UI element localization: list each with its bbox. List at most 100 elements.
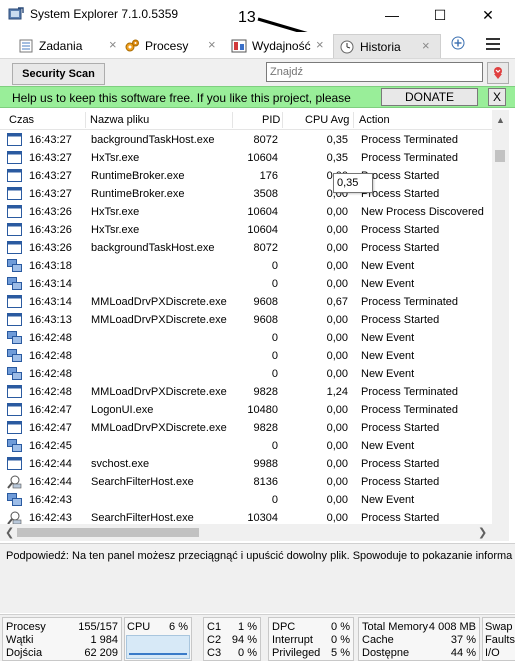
donate-button[interactable]: DONATE [381, 88, 478, 106]
find-dropdown-button[interactable] [487, 62, 509, 84]
cell-pid: 9828 [253, 386, 278, 398]
table-row[interactable]: 16:42:47 LogonUI.exe 10480 0,00 Process Term… [0, 401, 492, 419]
table-row[interactable]: 16:42:48 0 0,00 New Event [0, 347, 492, 365]
tab-close-icon[interactable]: × [316, 37, 324, 52]
tab-close-icon[interactable]: × [109, 37, 117, 52]
table-row[interactable]: 16:42:44 SearchFilterHost.exe 8136 0,00 Proc… [0, 473, 492, 491]
maximize-icon: ☐ [433, 6, 447, 23]
cell-action: Process Terminated [361, 296, 459, 308]
table-row[interactable]: 16:42:43 0 0,00 New Event [0, 491, 492, 509]
clock-icon [339, 39, 355, 55]
table-row[interactable]: 16:42:48 0 0,00 New Event [0, 365, 492, 383]
event-icon [7, 349, 22, 363]
cell-pid: 9608 [253, 314, 278, 326]
history-grid: Czas Nazwa pliku PID CPU Avg Action 16:4… [0, 110, 510, 540]
add-tab-icon[interactable] [450, 36, 466, 52]
minimize-button[interactable]: — [369, 0, 415, 30]
process-icon [7, 169, 22, 183]
table-row[interactable]: 16:43:27 backgroundTaskHost.exe 8072 0,35 Pr… [0, 131, 492, 149]
hint-panel[interactable]: Podpowiedź: Na ten panel możesz przeciąg… [0, 543, 515, 613]
process-icon [7, 313, 22, 327]
banner-close-button[interactable]: X [488, 88, 506, 106]
title-bar: System Explorer 7.1.0.5359 — ☐ ✕ [0, 0, 515, 30]
security-scan-button[interactable]: Security Scan [12, 63, 105, 85]
table-row[interactable]: 16:43:27 HxTsr.exe 10604 0,35 Process Termin… [0, 149, 492, 167]
cell-time: 16:43:27 [29, 170, 72, 182]
cell-time: 16:43:26 [29, 242, 72, 254]
cell-action: New Event [361, 368, 415, 380]
column-separator[interactable] [85, 112, 86, 128]
table-row[interactable]: 16:43:13 MMLoadDrvPXDiscrete.exe 9608 0,00 P… [0, 311, 492, 329]
horizontal-scrollbar[interactable]: ❮ ❯ [0, 524, 509, 541]
column-separator[interactable] [282, 112, 283, 128]
cell-cpu-avg: 0,00 [326, 242, 348, 254]
tab-close-icon[interactable]: × [208, 37, 216, 52]
cell-pid: 10480 [247, 404, 278, 416]
column-header-cpu-avg[interactable]: CPU Avg [305, 114, 349, 126]
c2-value: 94 % [231, 634, 257, 646]
tab-wydajnosc[interactable]: Wydajność × [231, 34, 324, 58]
event-icon [7, 277, 22, 291]
cell-pid: 8072 [253, 242, 278, 254]
table-row[interactable]: 16:43:18 0 0,00 New Event [0, 257, 492, 275]
cell-time: 16:42:48 [29, 332, 72, 344]
hamburger-menu-icon[interactable] [486, 38, 500, 50]
scroll-left-icon[interactable]: ❮ [5, 526, 14, 539]
grid-rows: 16:43:27 backgroundTaskHost.exe 8072 0,35 Pr… [0, 131, 492, 527]
column-separator[interactable] [353, 112, 354, 128]
table-row[interactable]: 16:42:47 MMLoadDrvPXDiscrete.exe 9828 0,00 P… [0, 419, 492, 437]
scroll-up-icon[interactable]: ▲ [496, 115, 505, 125]
event-icon [7, 439, 22, 453]
cell-time: 16:42:48 [29, 386, 72, 398]
cell-cpu-avg: 0,00 [326, 260, 348, 272]
column-header-action[interactable]: Action [359, 114, 390, 126]
scroll-right-icon[interactable]: ❯ [478, 526, 487, 539]
cell-time: 16:43:14 [29, 278, 72, 290]
table-row[interactable]: 16:43:27 RuntimeBroker.exe 3508 0,00 Process… [0, 185, 492, 203]
horizontal-scroll-thumb[interactable] [17, 528, 199, 537]
process-icon [7, 403, 22, 417]
column-header-time[interactable]: Czas [9, 114, 34, 126]
cell-name: RuntimeBroker.exe [91, 170, 185, 182]
tab-historia[interactable]: Historia × [333, 34, 441, 58]
tab-close-icon[interactable]: × [422, 38, 430, 53]
table-row[interactable]: 16:43:27RuntimeBroker.exe1760,00Process … [0, 167, 492, 185]
tab-strip: Zadania × Procesy × Wydajność × Historia… [0, 32, 515, 58]
maximize-button[interactable]: ☐ [417, 0, 463, 30]
table-row[interactable]: 16:43:14 0 0,00 New Event [0, 275, 492, 293]
donation-banner: Help us to keep this software free. If y… [0, 86, 515, 108]
table-row[interactable]: 16:43:26 HxTsr.exe 10604 0,00 New Process Di… [0, 203, 492, 221]
table-row[interactable]: 16:42:48 MMLoadDrvPXDiscrete.exe 9828 1,24 P… [0, 383, 492, 401]
table-row[interactable]: 16:42:45 0 0,00 New Event [0, 437, 492, 455]
search-input[interactable] [266, 62, 483, 82]
column-separator[interactable] [232, 112, 233, 128]
close-button[interactable]: ✕ [465, 0, 511, 30]
table-row[interactable]: 16:42:44 svchost.exe 9988 0,00 Process Start… [0, 455, 492, 473]
cell-name: RuntimeBroker.exe [91, 188, 185, 200]
table-row[interactable]: 16:43:26 HxTsr.exe 10604 0,00 Process Starte… [0, 221, 492, 239]
tab-zadania[interactable]: Zadania × [18, 34, 117, 58]
tasks-icon [18, 38, 34, 54]
app-logo-icon [8, 7, 24, 20]
cell-action: Process Terminated [361, 386, 459, 398]
cell-cpu-avg: 0,00 [326, 458, 348, 470]
table-row[interactable]: 16:42:48 0 0,00 New Event [0, 329, 492, 347]
table-row[interactable]: 16:43:14 MMLoadDrvPXDiscrete.exe 9608 0,67 P… [0, 293, 492, 311]
cell-name: SearchFilterHost.exe [91, 512, 194, 524]
cell-pid: 10604 [247, 152, 278, 164]
column-header-pid[interactable]: PID [262, 114, 280, 126]
cell-action: New Event [361, 440, 415, 452]
total-memory-value: 4 008 MB [428, 621, 476, 633]
tab-procesy[interactable]: Procesy × [124, 34, 216, 58]
cell-action: Process Started [361, 224, 440, 236]
cell-pid: 3508 [253, 188, 278, 200]
tab-label: Historia [360, 39, 401, 54]
cell-name: backgroundTaskHost.exe [91, 134, 215, 146]
cell-time: 16:42:47 [29, 422, 72, 434]
io-label: I/O [485, 647, 500, 659]
column-header-name[interactable]: Nazwa pliku [90, 114, 149, 126]
vertical-scrollbar[interactable]: ▲ [492, 110, 509, 540]
grid-header: Czas Nazwa pliku PID CPU Avg Action [0, 110, 492, 130]
vertical-scroll-thumb[interactable] [495, 150, 505, 162]
table-row[interactable]: 16:43:26 backgroundTaskHost.exe 8072 0,00 Pr… [0, 239, 492, 257]
